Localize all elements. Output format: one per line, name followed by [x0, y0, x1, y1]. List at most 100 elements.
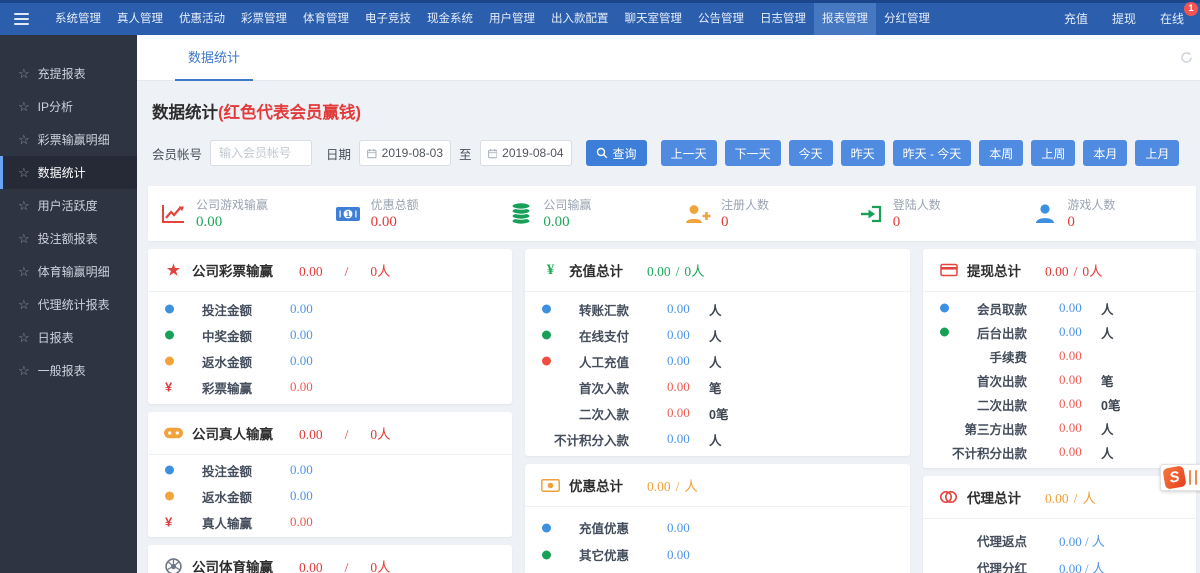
card-header-people: 0人: [684, 264, 705, 279]
nav-online-button[interactable]: 在线 1: [1148, 2, 1198, 35]
sidebar-item-lottery-detail[interactable]: ☆ 彩票输赢明细: [0, 123, 137, 156]
nav-item-announcement[interactable]: 公告管理: [690, 3, 752, 35]
nav-item-dividend[interactable]: 分红管理: [876, 3, 938, 35]
nav-item-reports[interactable]: 报表管理: [814, 3, 876, 35]
ime-toolbar[interactable]: S: [1160, 464, 1200, 491]
nav-item-chatroom[interactable]: 聊天室管理: [617, 3, 691, 35]
sidebar-item-label: 日报表: [37, 331, 74, 345]
nav-item-logs[interactable]: 日志管理: [752, 3, 814, 35]
card-header-value: 0.00: [1045, 264, 1069, 279]
sidebar-item-label: 数据统计: [37, 166, 86, 180]
hamburger-menu-icon[interactable]: [14, 13, 29, 25]
calendar-icon: [367, 148, 377, 158]
stat-row: 投注金额 0.00: [148, 296, 512, 322]
nav-item-live[interactable]: 真人管理: [109, 3, 171, 35]
nav-item-lottery[interactable]: 彩票管理: [233, 3, 295, 35]
sidebar-item-bet-report[interactable]: ☆ 投注额报表: [0, 222, 137, 255]
stat-row: 不计积分出款 0.00 人: [951, 444, 1114, 461]
star-icon: ☆: [18, 296, 30, 312]
account-input[interactable]: [210, 140, 313, 166]
card-columns: ★ 公司彩票输赢 0.00 / 0人 投注金额 0.00 中奖金额 0.00 返水金: [148, 249, 1196, 573]
yesterday-to-today-button[interactable]: 昨天 - 今天: [892, 140, 972, 166]
nav-item-promo[interactable]: 优惠活动: [171, 3, 233, 35]
card-withdraw-total: 提现总计 0.00 / 0人 会员取款 0.00 人 后台出款 0.00 人 手续费 0.…: [923, 249, 1196, 468]
star-icon: ☆: [18, 230, 30, 246]
green-dot-icon: [542, 330, 551, 340]
stat-label: 注册人数: [721, 198, 770, 212]
sidebar-item-label: 彩票输赢明细: [37, 133, 110, 147]
star-icon: ☆: [18, 329, 30, 345]
date-from-input[interactable]: 2019-08-03: [359, 140, 452, 166]
yesterday-button[interactable]: 昨天: [840, 140, 885, 166]
login-arrow-icon: [860, 205, 881, 222]
sidebar-item-daily-report[interactable]: ☆ 日报表: [0, 321, 137, 354]
nav-item-esports[interactable]: 电子竞技: [357, 3, 419, 35]
card-deposit-total: ¥ 充值总计 0.00 / 0人 转账汇款 0.00 人 在线支付 0.00 人 人工充: [525, 249, 910, 456]
prev-day-button[interactable]: 上一天: [660, 140, 717, 166]
nav-recharge-button[interactable]: 充值: [1052, 3, 1100, 35]
trend-chart-icon: [162, 204, 184, 223]
stat-row: 返水金额 0.00: [148, 483, 512, 509]
quick-date-buttons: 上一天 下一天 今天 昨天 昨天 - 今天 本周 上周 本月 上月: [653, 140, 1180, 166]
card-header-sep: /: [344, 560, 349, 573]
stat-label: 游戏人数: [1067, 198, 1116, 212]
card-header: 公司体育输赢 0.00 / 0人: [148, 545, 512, 573]
stat-row: 会员取款 0.00 人: [923, 296, 1196, 320]
date-to-input[interactable]: 2019-08-04: [479, 140, 572, 166]
next-day-button[interactable]: 下一天: [724, 140, 781, 166]
card-header-people: 0人: [370, 560, 391, 573]
this-month-button[interactable]: 本月: [1083, 140, 1128, 166]
page-title: 数据统计(红色代表会员赢钱): [152, 99, 1196, 123]
refresh-icon[interactable]: [1180, 51, 1193, 69]
left-sidebar: ☆ 充提报表 ☆ IP分析 ☆ 彩票输赢明细 ☆ 数据统计 ☆ 用户活跃度 ☆ …: [0, 35, 137, 573]
sidebar-item-sports-detail[interactable]: ☆ 体育输赢明细: [0, 255, 137, 288]
nav-item-cash[interactable]: 现金系统: [419, 3, 481, 35]
nav-item-payment-config[interactable]: 出入款配置: [543, 3, 617, 35]
tab-bar: 数据统计: [137, 35, 1200, 81]
nav-withdraw-button[interactable]: 提现: [1100, 3, 1148, 35]
stat-label: 登陆人数: [892, 198, 941, 212]
stat-row: 手续费 0.00: [989, 348, 1082, 365]
card-title: 充值总计: [569, 264, 623, 279]
star-icon: ☆: [18, 131, 30, 147]
nav-item-sports[interactable]: 体育管理: [295, 3, 357, 35]
card-title: 优惠总计: [569, 479, 623, 494]
sogou-ime-icon[interactable]: S: [1162, 465, 1187, 490]
sidebar-item-deposit-report[interactable]: ☆ 充提报表: [0, 57, 137, 90]
card-header-people: 人: [1082, 491, 1096, 506]
last-month-button[interactable]: 上月: [1135, 140, 1180, 166]
stat-row: 代理返点 0.00 / 人: [976, 534, 1105, 549]
card-header: 提现总计 0.00 / 0人: [923, 249, 1196, 292]
stat-value: 0: [1067, 214, 1075, 230]
this-week-button[interactable]: 本周: [979, 140, 1024, 166]
sidebar-item-ip-analysis[interactable]: ☆ IP分析: [0, 90, 137, 123]
nav-item-system[interactable]: 系统管理: [47, 3, 109, 35]
last-week-button[interactable]: 上周: [1031, 140, 1076, 166]
stat-label: 公司游戏输赢: [196, 198, 269, 212]
card-header-people: 0人: [1082, 264, 1103, 279]
nav-item-users[interactable]: 用户管理: [481, 3, 543, 35]
stat-game-users: 游戏人数 0: [1021, 196, 1196, 231]
sidebar-item-label: 投注额报表: [37, 232, 98, 246]
handshake-icon: [939, 490, 958, 504]
today-button[interactable]: 今天: [788, 140, 833, 166]
tab-data-stats[interactable]: 数据统计: [175, 35, 254, 81]
sidebar-item-agent-stats[interactable]: ☆ 代理统计报表: [0, 288, 137, 321]
search-button-label: 查询: [612, 146, 637, 161]
green-dot-icon: [165, 330, 174, 340]
stat-value: 0: [892, 214, 901, 230]
sidebar-item-label: 代理统计报表: [37, 298, 110, 312]
star-icon: ☆: [18, 263, 30, 279]
filter-bar: 会员帐号 日期 2019-08-03 至 2019-08-04 查询 上一天: [152, 140, 1196, 166]
blue-dot-icon: [542, 304, 551, 314]
card-header-value: 0.00: [299, 560, 323, 573]
sidebar-item-data-stats[interactable]: ☆ 数据统计: [0, 156, 137, 189]
user-icon: [1036, 204, 1055, 223]
card-header-sep: /: [675, 479, 680, 494]
sidebar-item-user-activity[interactable]: ☆ 用户活跃度: [0, 189, 137, 222]
stat-row: 充值优惠 0.00: [525, 514, 910, 541]
green-dot-icon: [940, 327, 949, 337]
sidebar-item-general-report[interactable]: ☆ 一般报表: [0, 354, 137, 387]
ime-divider: [1195, 470, 1197, 485]
search-button[interactable]: 查询: [585, 140, 647, 166]
